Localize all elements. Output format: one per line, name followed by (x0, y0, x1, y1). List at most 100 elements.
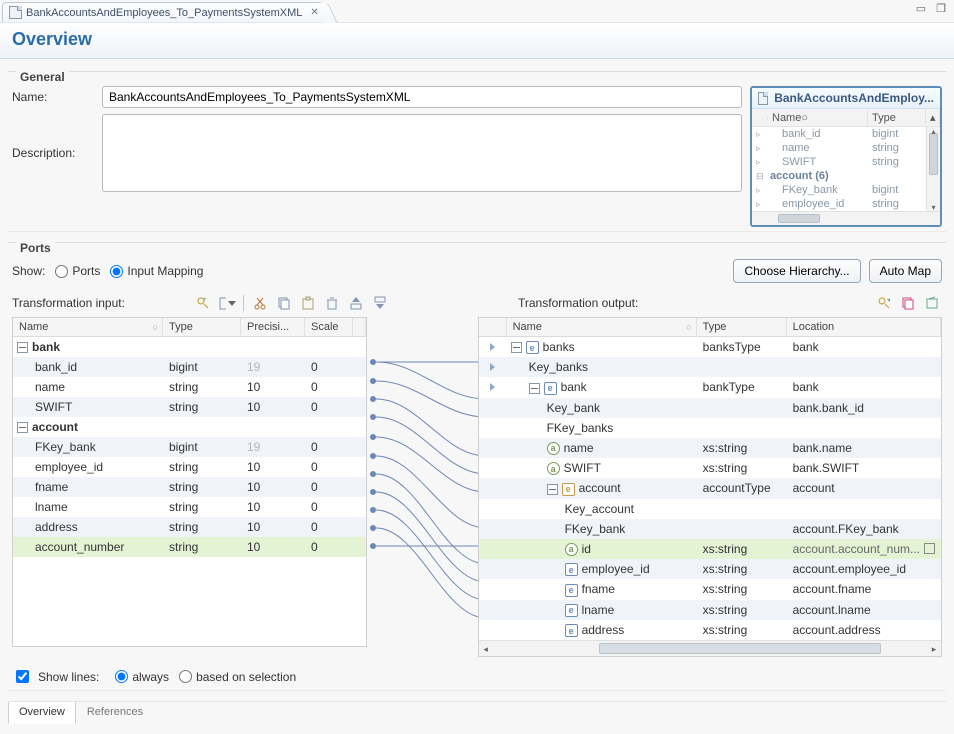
edit-location-icon[interactable] (924, 543, 935, 554)
delete-icon[interactable] (322, 293, 342, 313)
input-row[interactable]: lnamestring100 (13, 497, 366, 517)
output-col-type[interactable]: Type (697, 318, 787, 336)
minimize-icon[interactable]: ▭ (916, 2, 926, 15)
mapping-file-icon (758, 92, 768, 105)
page-title: Overview (12, 29, 942, 50)
maximize-icon[interactable]: ❐ (936, 2, 946, 15)
clear-output-icon[interactable] (922, 293, 942, 313)
show-label: Show: (12, 264, 45, 278)
input-col-precision[interactable]: Precisi... (241, 318, 305, 336)
schema-item[interactable]: ▹SWIFTstring (752, 155, 940, 169)
new-icon[interactable] (217, 293, 237, 313)
input-grid[interactable]: Name○ Type Precisi... Scale bankbank_idb… (12, 317, 367, 647)
output-grid[interactable]: Name○ Type Location ebanksbanksTypebankK… (478, 317, 942, 657)
collapse-icon[interactable] (511, 342, 522, 353)
output-row[interactable]: eaccountaccountTypeaccount (479, 478, 941, 498)
input-row[interactable]: employee_idstring100 (13, 457, 366, 477)
schema-preview-panel: BankAccountsAndEmploy... Name○ Type ▴ ▴▾… (750, 86, 942, 227)
output-row[interactable]: efnamexs:stringaccount.fname (479, 579, 941, 599)
sort-icon: ○ (801, 112, 808, 124)
editor-tab[interactable]: BankAccountsAndEmployees_To_PaymentsSyst… (2, 2, 328, 22)
collapse-icon[interactable] (17, 422, 28, 433)
show-ports-radio[interactable]: Ports (55, 264, 100, 278)
tab-references[interactable]: References (76, 702, 154, 723)
show-input-mapping-radio[interactable]: Input Mapping (110, 264, 203, 278)
element-icon: e (565, 624, 578, 637)
output-row[interactable]: eemployee_idxs:stringaccount.employee_id (479, 559, 941, 579)
output-row[interactable]: Key_account (479, 499, 941, 519)
output-row[interactable]: aidxs:stringaccount.account_num... (479, 539, 941, 559)
output-row[interactable]: anamexs:stringbank.name (479, 438, 941, 458)
schema-preview-title: BankAccountsAndEmploy... (774, 91, 934, 105)
input-row[interactable]: fnamestring100 (13, 477, 366, 497)
input-row[interactable]: FKey_bankbigint190 (13, 437, 366, 457)
schema-col-type[interactable]: Type (868, 110, 926, 126)
move-down-icon[interactable] (370, 293, 390, 313)
transformation-output-label: Transformation output: (518, 296, 638, 310)
copy-output-icon[interactable] (898, 293, 918, 313)
collapse-icon[interactable] (529, 383, 540, 394)
name-label: Name: (12, 90, 92, 104)
choose-hierarchy-button[interactable]: Choose Hierarchy... (733, 259, 860, 283)
auto-map-button[interactable]: Auto Map (869, 259, 942, 283)
copy-icon[interactable] (274, 293, 294, 313)
collapse-icon[interactable] (547, 484, 558, 495)
find-icon[interactable]: + (193, 293, 213, 313)
attribute-icon: a (565, 543, 578, 556)
schema-vertical-scrollbar[interactable]: ▴▾ (926, 127, 940, 211)
input-row[interactable]: addressstring100 (13, 517, 366, 537)
general-section-title: General (16, 70, 69, 84)
group-icon: e (562, 483, 575, 496)
description-label: Description: (12, 146, 92, 160)
output-row[interactable]: elnamexs:stringaccount.lname (479, 600, 941, 620)
output-col-name[interactable]: Name○ (507, 318, 697, 336)
collapse-icon[interactable] (17, 342, 28, 353)
find-output-icon[interactable] (874, 293, 894, 313)
schema-col-name[interactable]: Name○ (768, 110, 868, 126)
output-row[interactable]: ebanksbanksTypebank (479, 337, 941, 357)
page-title-bar: Overview (0, 22, 954, 59)
schema-col-up[interactable]: ▴ (926, 109, 940, 126)
ports-section: Ports Show: Ports Input Mapping Choose H… (8, 242, 946, 691)
paste-icon[interactable] (298, 293, 318, 313)
input-group-row[interactable]: account (13, 417, 366, 437)
sort-icon: ○ (153, 322, 158, 332)
lines-selection-radio[interactable]: based on selection (179, 670, 296, 684)
tab-overview[interactable]: Overview (8, 702, 76, 724)
move-up-icon[interactable] (346, 293, 366, 313)
element-icon: e (565, 604, 578, 617)
output-row[interactable]: Key_banks (479, 357, 941, 377)
close-icon[interactable]: ✕ (310, 7, 318, 18)
input-row[interactable]: namestring100 (13, 377, 366, 397)
row-marker-icon (490, 343, 495, 351)
schema-item[interactable]: ▹bank_idbigint (752, 127, 940, 141)
output-horizontal-scrollbar[interactable]: ◂▸ (479, 640, 941, 656)
input-row[interactable]: bank_idbigint190 (13, 357, 366, 377)
input-row[interactable]: account_numberstring100 (13, 537, 366, 557)
output-row[interactable]: ebankbankTypebank (479, 377, 941, 397)
schema-item[interactable]: ▹FKey_bankbigint (752, 183, 940, 197)
input-row[interactable]: SWIFTstring100 (13, 397, 366, 417)
input-group-row[interactable]: bank (13, 337, 366, 357)
output-row[interactable]: FKey_banks (479, 418, 941, 438)
output-row[interactable]: Key_bankbank.bank_id (479, 398, 941, 418)
lines-always-radio[interactable]: always (115, 670, 169, 684)
general-section: General Name: Description: BankAccountsA… (8, 71, 946, 232)
output-row[interactable]: FKey_bankaccount.FKey_bank (479, 519, 941, 539)
show-lines-checkbox[interactable]: Show lines: (12, 667, 99, 686)
name-input[interactable] (102, 86, 742, 108)
schema-item[interactable]: ▹employee_idstring (752, 197, 940, 211)
description-input[interactable] (102, 114, 742, 192)
schema-item[interactable]: ▹namestring (752, 141, 940, 155)
input-col-type[interactable]: Type (163, 318, 241, 336)
transformation-input-label: Transformation input: (12, 296, 125, 310)
output-col-location[interactable]: Location (787, 318, 941, 336)
output-row[interactable]: eaddressxs:stringaccount.address (479, 620, 941, 640)
schema-group[interactable]: ⊟account (6) (752, 169, 940, 183)
output-row[interactable]: aSWIFTxs:stringbank.SWIFT (479, 458, 941, 478)
schema-horizontal-scrollbar[interactable] (752, 211, 940, 225)
cut-icon[interactable] (250, 293, 270, 313)
attribute-icon: a (547, 462, 560, 475)
input-col-scale[interactable]: Scale (305, 318, 353, 336)
input-col-name[interactable]: Name○ (13, 318, 163, 336)
